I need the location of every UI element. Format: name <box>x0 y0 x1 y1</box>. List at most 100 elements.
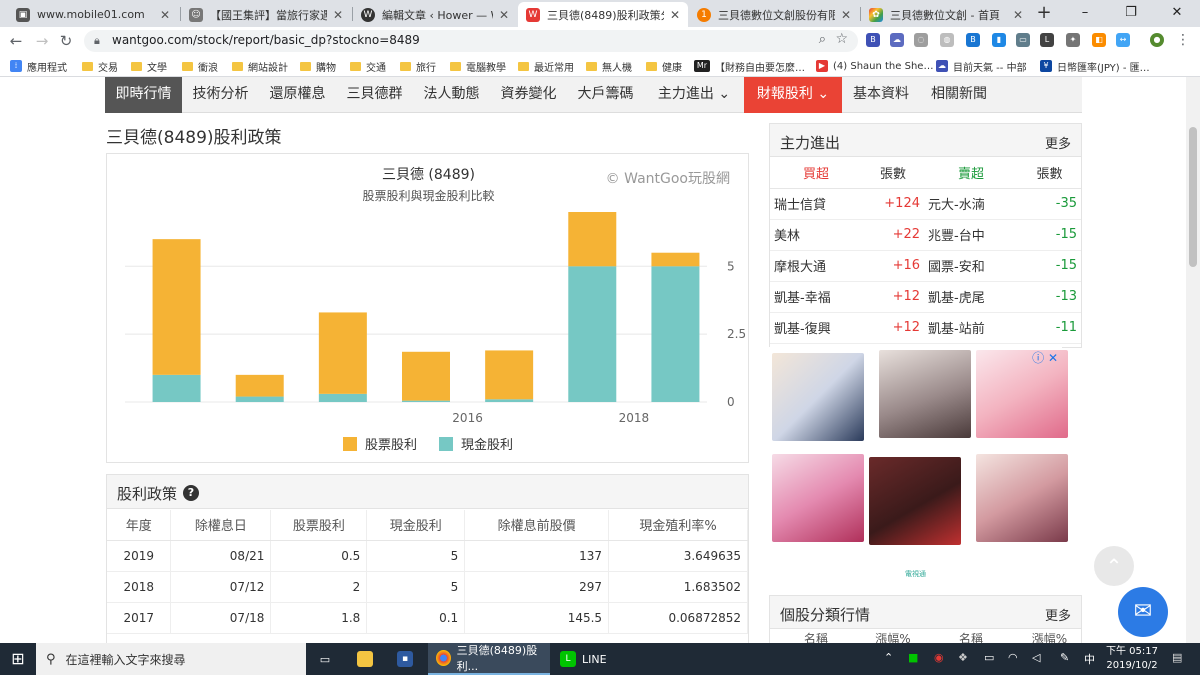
menu-technical-analysis[interactable]: 技術分析 <box>182 77 259 113</box>
bar-stock-2015[interactable] <box>318 312 367 394</box>
maximize-button[interactable]: ❐ <box>1108 0 1154 27</box>
bookmark-link[interactable]: Mr 【財務自由要怎麼… <box>694 59 805 74</box>
close-tab-icon[interactable]: ✕ <box>499 8 509 22</box>
minimize-button[interactable]: – <box>1062 0 1108 27</box>
bar-cash-2014[interactable] <box>235 396 284 402</box>
bar-stock-2014[interactable] <box>235 374 284 397</box>
bar-cash-2019[interactable] <box>651 266 700 402</box>
vertical-scrollbar[interactable] <box>1186 77 1200 643</box>
pen-tray-icon[interactable]: ✎ <box>1060 651 1069 664</box>
bar-stock-2017[interactable] <box>485 350 534 400</box>
menu-realtime-quote[interactable]: 即時行情 <box>105 77 182 113</box>
ad-thumbnail[interactable] <box>879 350 971 438</box>
legend-item-stock[interactable]: 股票股利 <box>343 434 417 453</box>
bookmark-folder[interactable]: 購物 <box>300 59 336 74</box>
menu-company-group[interactable]: 三貝德群 <box>336 77 413 113</box>
ad-thumbnail[interactable] <box>976 454 1068 542</box>
menu-main-force[interactable]: 主力進出 ⌄ <box>644 77 744 113</box>
tab-company-104[interactable]: 1 三貝德數位文創股份有限公司 ✕ <box>689 2 859 27</box>
scroll-to-top-button[interactable]: ⌃ <box>1094 546 1134 586</box>
system-clock[interactable]: 下午 05:17 2019/10/2 <box>1104 645 1160 673</box>
bookmark-star-icon[interactable]: ☆ <box>835 31 848 47</box>
bookmark-link[interactable]: ¥ 日幣匯率(JPY) - 匯… <box>1040 59 1150 74</box>
extension-icon[interactable]: L <box>1040 33 1054 47</box>
help-icon[interactable]: ? <box>183 485 199 501</box>
more-link[interactable]: 更多 <box>1045 605 1071 624</box>
task-view-icon[interactable]: ▭ <box>312 643 338 675</box>
extension-icon[interactable]: ◧ <box>1092 33 1106 47</box>
ad-close-icon[interactable]: ⓘ ✕ <box>1032 349 1058 366</box>
ad-banner[interactable]: ⓘ ✕ 電視通 <box>769 347 1068 587</box>
close-tab-icon[interactable]: ✕ <box>670 8 680 22</box>
bookmark-folder[interactable]: 旅行 <box>400 59 436 74</box>
cloud-extension-icon[interactable]: ☁ <box>890 33 904 47</box>
menu-related-news[interactable]: 相關新聞 <box>920 77 998 113</box>
profile-avatar[interactable]: ● <box>1150 33 1164 47</box>
dropbox-tray-icon[interactable]: ❖ <box>958 651 968 664</box>
bookmark-folder[interactable]: 電腦教學 <box>450 59 506 74</box>
bookmark-folder[interactable]: 交易 <box>82 59 118 74</box>
close-tab-icon[interactable]: ✕ <box>160 8 170 22</box>
bookmark-folder[interactable]: 網站設計 <box>232 59 288 74</box>
broker-sell[interactable]: 國票-安和 <box>924 250 1018 282</box>
extension-icon[interactable]: ↔ <box>1116 33 1130 47</box>
network-app-icon[interactable]: ▪ <box>392 643 418 675</box>
tab-wordpress[interactable]: W 編輯文章 ‹ Hower — WordPress ✕ <box>353 2 517 27</box>
close-tab-icon[interactable]: ✕ <box>1013 8 1023 22</box>
bookmark-folder[interactable]: 交通 <box>350 59 386 74</box>
bar-cash-2013[interactable] <box>152 374 201 402</box>
bookmark-folder[interactable]: 健康 <box>646 59 682 74</box>
reload-icon[interactable]: ↻ <box>56 31 76 51</box>
volume-tray-icon[interactable]: ◁ <box>1032 651 1040 664</box>
ad-thumbnail[interactable] <box>772 454 864 542</box>
broker-buy[interactable]: 瑞士信貸 <box>770 188 862 220</box>
broker-sell[interactable]: 凱基-虎尾 <box>924 281 1018 313</box>
menu-margin-trading[interactable]: 資券變化 <box>490 77 567 113</box>
forward-arrow-icon[interactable]: → <box>32 31 52 51</box>
bar-stock-2013[interactable] <box>152 239 201 375</box>
ad-thumbnail[interactable] <box>772 353 864 441</box>
file-explorer-icon[interactable] <box>352 643 378 675</box>
broker-buy[interactable]: 凱基-幸福 <box>770 281 862 313</box>
taskbar-chrome-item[interactable]: 三貝德(8489)股利... <box>428 643 550 675</box>
close-tab-icon[interactable]: ✕ <box>333 8 343 22</box>
extension-icon[interactable]: ✦ <box>1066 33 1080 47</box>
taskbar-line-item[interactable]: L LINE <box>552 643 672 675</box>
new-tab-button[interactable]: + <box>1034 3 1054 23</box>
url-text[interactable]: wantgoo.com/stock/report/basic_dp?stockn… <box>112 33 420 47</box>
close-window-button[interactable]: ✕ <box>1154 0 1200 27</box>
menu-basic-info[interactable]: 基本資料 <box>842 77 920 113</box>
extension-icon[interactable]: B <box>966 33 980 47</box>
tab-mobile01[interactable]: ▣ www.mobile01.com ✕ <box>8 2 178 27</box>
tab-wantgoo-active[interactable]: W 三貝德(8489)股利政策分析 | ✕ <box>518 2 688 27</box>
more-link[interactable]: 更多 <box>1045 133 1071 152</box>
back-arrow-icon[interactable]: ← <box>6 31 26 51</box>
bookmark-folder[interactable]: 文學 <box>131 59 167 74</box>
taskbar-search-box[interactable]: ⚲ 在這裡輸入文字來搜尋 <box>36 643 306 675</box>
broker-sell[interactable]: 兆豐-台中 <box>924 219 1018 251</box>
extension-icon[interactable]: ▭ <box>1016 33 1030 47</box>
line-tray-icon[interactable]: ■ <box>908 651 918 664</box>
wifi-tray-icon[interactable]: ◠ <box>1008 651 1018 664</box>
menu-institutional[interactable]: 法人動態 <box>413 77 490 113</box>
windows-start-icon[interactable]: ⊞ <box>0 643 36 675</box>
bar-cash-2017[interactable] <box>485 399 534 402</box>
bookmark-folder[interactable]: 衝浪 <box>182 59 218 74</box>
opera-tray-icon[interactable]: ◉ <box>934 651 944 664</box>
ime-tray-icon[interactable]: 中 <box>1084 651 1095 667</box>
message-button[interactable]: ✉ <box>1118 587 1168 637</box>
tab-travel-review[interactable]: ☺ 【國王集評】當旅行家遇上僑… ✕ <box>181 2 351 27</box>
bar-cash-2016[interactable] <box>402 400 450 402</box>
scrollbar-thumb[interactable] <box>1189 127 1197 267</box>
bar-stock-2019[interactable] <box>651 252 700 267</box>
broker-sell[interactable]: 凱基-站前 <box>924 312 1018 344</box>
broker-buy[interactable]: 美林 <box>770 219 862 251</box>
bar-stock-2018[interactable] <box>568 212 617 267</box>
chrome-menu-icon[interactable]: ⋮ <box>1176 33 1190 47</box>
tab-company-home[interactable]: ✿ 三貝德數位文創 - 首頁 ✕ <box>861 2 1031 27</box>
extension-icon[interactable]: ▮ <box>992 33 1006 47</box>
ad-thumbnail[interactable] <box>869 457 961 545</box>
legend-item-cash[interactable]: 現金股利 <box>439 434 513 453</box>
show-hidden-icons-chevron-icon[interactable]: ⌃ <box>884 651 893 664</box>
zoom-icon[interactable]: ⌕ <box>819 32 826 47</box>
